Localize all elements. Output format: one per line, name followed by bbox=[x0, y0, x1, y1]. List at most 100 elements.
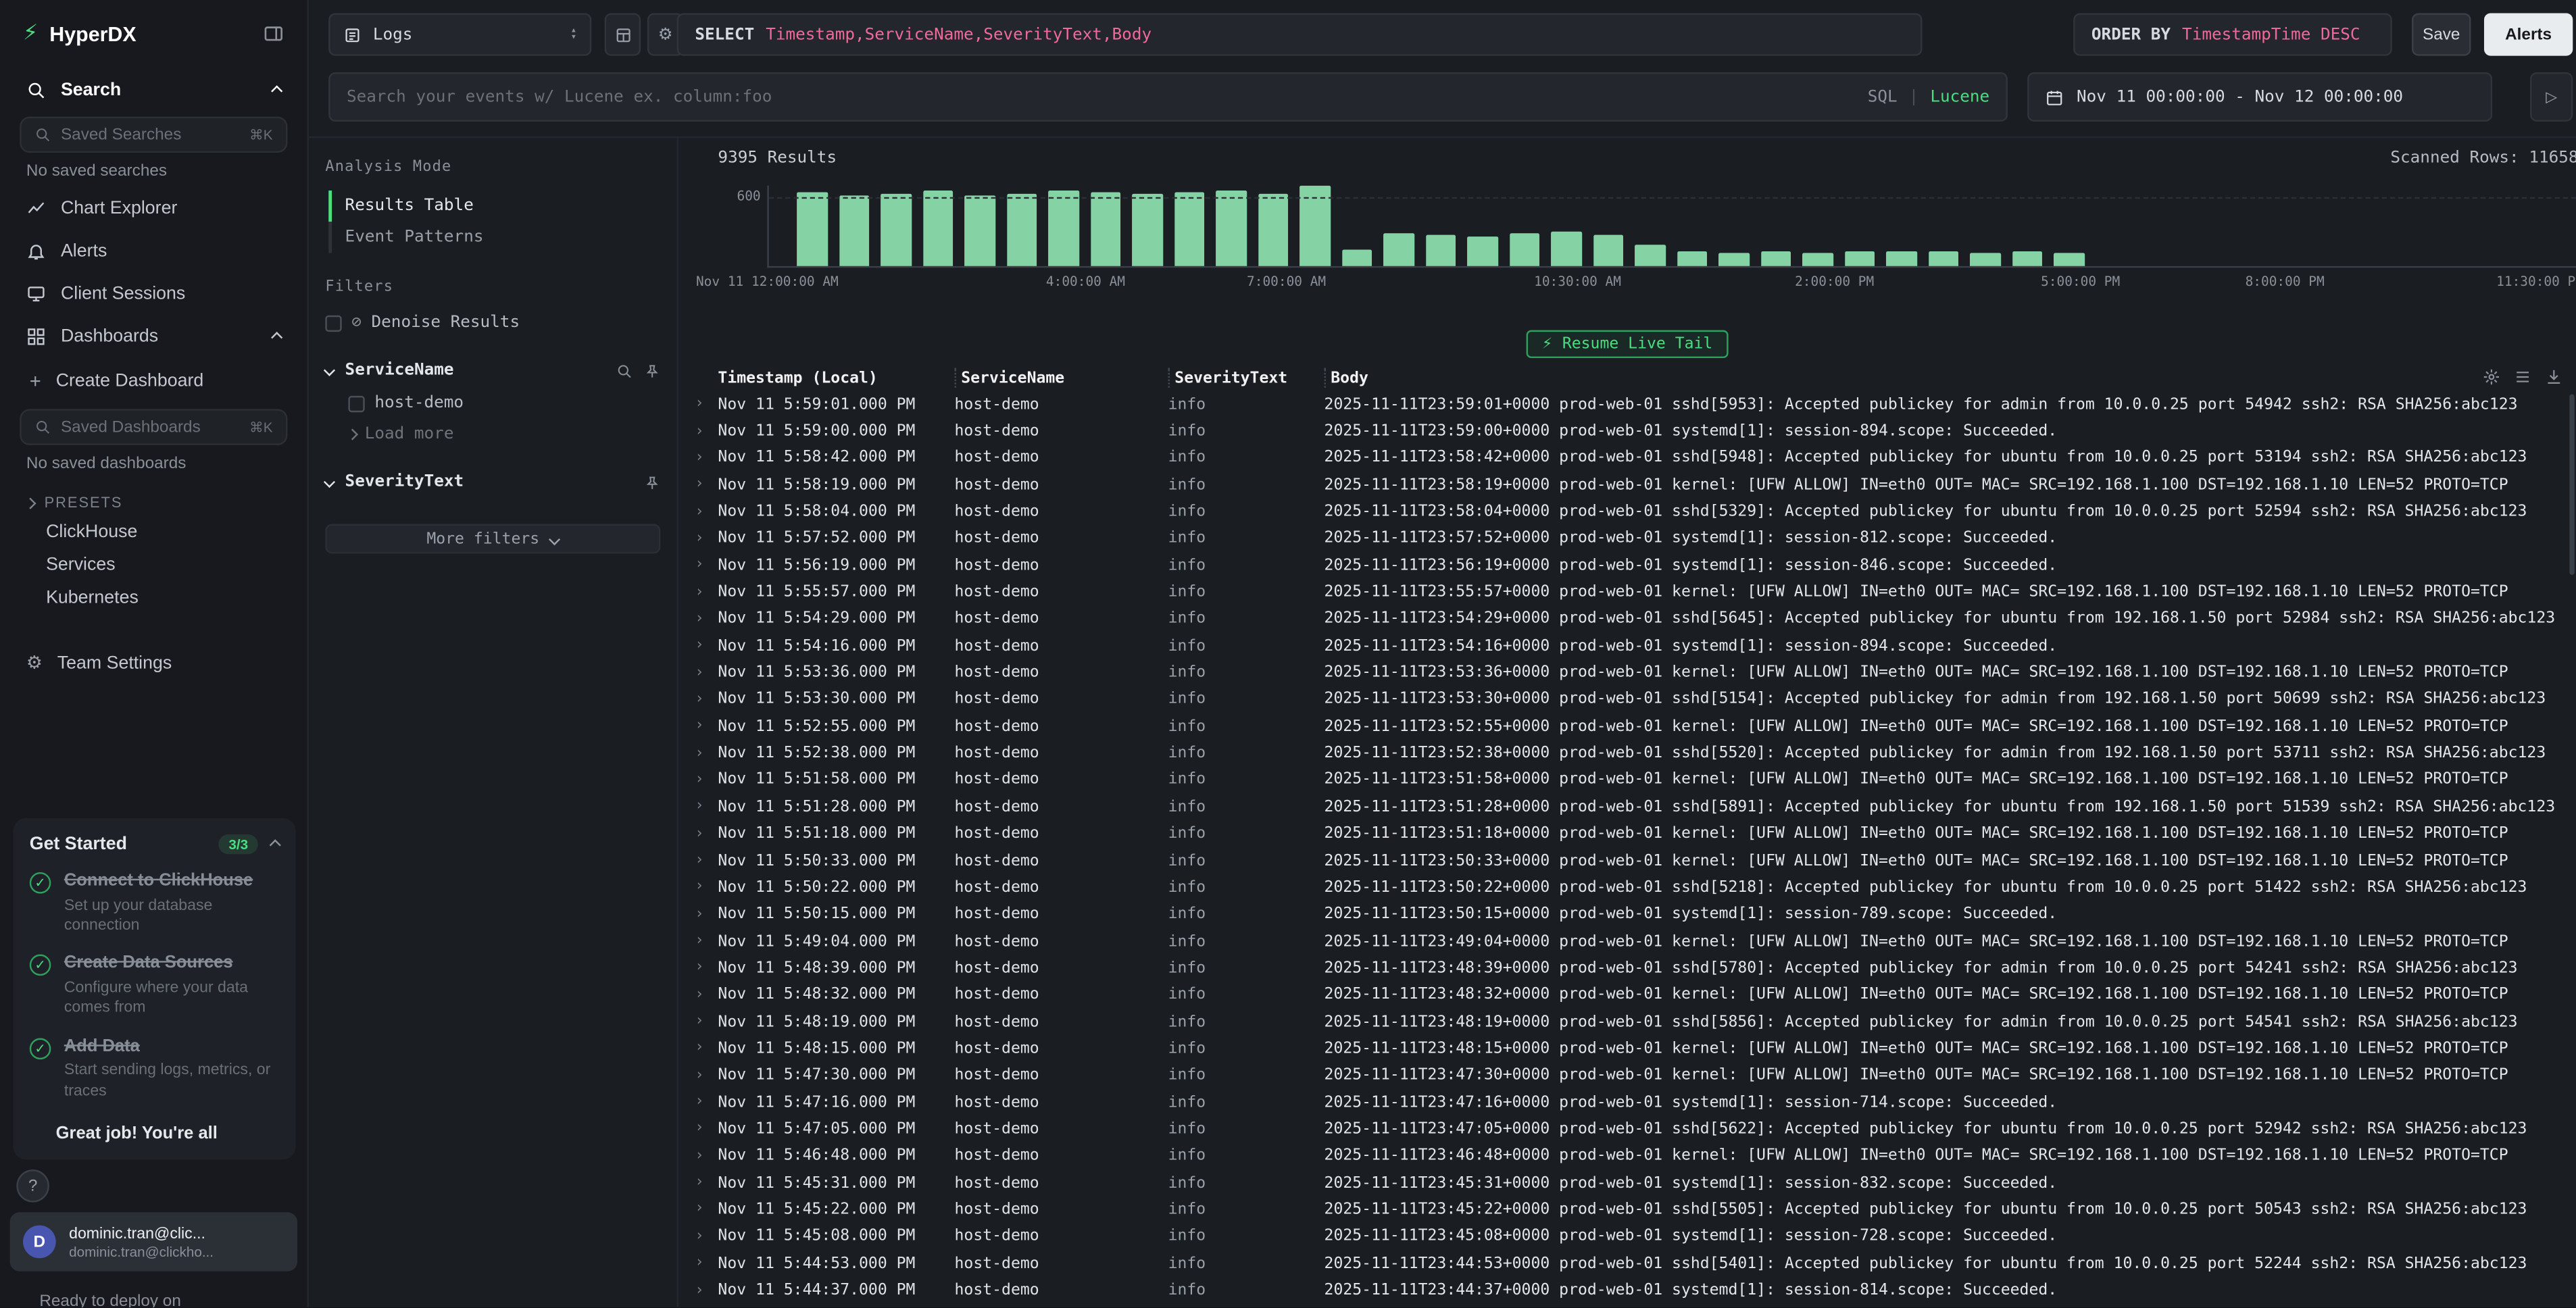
histogram-bar[interactable] bbox=[839, 195, 869, 266]
preset-clickhouse[interactable]: ClickHouse bbox=[0, 515, 307, 549]
histogram-bar[interactable] bbox=[1635, 245, 1665, 266]
log-row[interactable]: › Nov 11 5:45:31.000 PM host-demo info 2… bbox=[678, 1169, 2576, 1197]
facet-servicename[interactable]: ServiceName bbox=[325, 361, 660, 380]
sidebar-item-search[interactable]: Search bbox=[0, 69, 307, 111]
get-started-header[interactable]: Get Started 3/3 bbox=[30, 834, 280, 854]
histogram-bar[interactable] bbox=[1509, 233, 1539, 266]
orderby-input[interactable]: ORDER BY TimestampTime DESC bbox=[2073, 13, 2392, 55]
save-button[interactable]: Save bbox=[2412, 13, 2471, 55]
saved-searches-input[interactable]: ⌘K bbox=[20, 117, 287, 153]
host-demo-checkbox[interactable] bbox=[348, 395, 364, 411]
histogram-bar[interactable] bbox=[1886, 252, 1916, 266]
alerts-button[interactable]: Alerts bbox=[2484, 13, 2573, 55]
log-row[interactable]: › Nov 11 5:52:55.000 PM host-demo info 2… bbox=[678, 713, 2576, 740]
log-row[interactable]: › Nov 11 5:48:15.000 PM host-demo info 2… bbox=[678, 1035, 2576, 1062]
log-row[interactable]: › Nov 11 5:47:05.000 PM host-demo info 2… bbox=[678, 1115, 2576, 1142]
column-severitytext[interactable]: SeverityText bbox=[1168, 368, 1324, 388]
histogram-bars[interactable] bbox=[767, 186, 2576, 268]
log-row[interactable]: › Nov 11 5:51:58.000 PM host-demo info 2… bbox=[678, 767, 2576, 794]
presets-section-toggle[interactable]: PRESETS bbox=[26, 495, 281, 511]
log-row[interactable]: › Nov 11 5:55:57.000 PM host-demo info 2… bbox=[678, 579, 2576, 606]
sidebar-item-client-sessions[interactable]: Client Sessions bbox=[0, 273, 307, 316]
histogram-bar[interactable] bbox=[1970, 253, 2000, 266]
more-filters-button[interactable]: More filters bbox=[325, 524, 660, 554]
saved-dashboards-input[interactable]: ⌘K bbox=[20, 409, 287, 445]
row-density-icon[interactable] bbox=[2514, 368, 2532, 386]
histogram-bar[interactable] bbox=[1174, 193, 1204, 266]
log-row[interactable]: › Nov 11 5:56:19.000 PM host-demo info 2… bbox=[678, 552, 2576, 579]
get-started-step[interactable]: ✓ Add Data Start sending logs, metrics, … bbox=[30, 1036, 280, 1102]
help-button[interactable]: ? bbox=[16, 1169, 49, 1203]
event-search-input[interactable]: SQL | Lucene bbox=[328, 72, 2008, 122]
mode-event-patterns[interactable]: Event Patterns bbox=[328, 222, 660, 253]
log-row[interactable]: › Nov 11 5:50:15.000 PM host-demo info 2… bbox=[678, 901, 2576, 928]
log-row[interactable]: › Nov 11 5:59:01.000 PM host-demo info 2… bbox=[678, 391, 2576, 418]
log-row[interactable]: › Nov 11 5:44:53.000 PM host-demo info 2… bbox=[678, 1250, 2576, 1277]
date-range-picker[interactable]: Nov 11 00:00:00 - Nov 12 00:00:00 bbox=[2027, 72, 2492, 122]
source-select[interactable]: Logs ▴▾ bbox=[328, 13, 591, 55]
log-row[interactable]: › Nov 11 5:53:30.000 PM host-demo info 2… bbox=[678, 686, 2576, 713]
histogram-bar[interactable] bbox=[1593, 234, 1623, 266]
log-row[interactable]: › Nov 11 5:51:28.000 PM host-demo info 2… bbox=[678, 794, 2576, 821]
histogram-bar[interactable] bbox=[2054, 253, 2084, 266]
log-row[interactable]: › Nov 11 5:57:52.000 PM host-demo info 2… bbox=[678, 525, 2576, 552]
resume-live-tail-button[interactable]: ⚡ Resume Live Tail bbox=[1526, 330, 1729, 358]
histogram-bar[interactable] bbox=[1760, 252, 1791, 266]
preset-kubernetes[interactable]: Kubernetes bbox=[0, 582, 307, 615]
histogram-bar[interactable] bbox=[1928, 251, 1958, 266]
log-row[interactable]: › Nov 11 5:48:32.000 PM host-demo info 2… bbox=[678, 982, 2576, 1009]
log-row[interactable]: › Nov 11 5:47:16.000 PM host-demo info 2… bbox=[678, 1089, 2576, 1116]
log-row[interactable]: › Nov 11 5:49:04.000 PM host-demo info 2… bbox=[678, 928, 2576, 955]
histogram-bar[interactable] bbox=[1216, 191, 1246, 266]
histogram-bar[interactable] bbox=[1718, 252, 1749, 266]
histogram-bar[interactable] bbox=[1844, 251, 1875, 266]
log-row[interactable]: › Nov 11 5:58:42.000 PM host-demo info 2… bbox=[678, 445, 2576, 472]
log-row[interactable]: › Nov 11 5:59:00.000 PM host-demo info 2… bbox=[678, 418, 2576, 445]
log-row[interactable]: › Nov 11 5:44:37.000 PM host-demo info 2… bbox=[678, 1277, 2576, 1304]
log-row[interactable]: › Nov 11 5:50:33.000 PM host-demo info 2… bbox=[678, 847, 2576, 874]
histogram-bar[interactable] bbox=[1048, 191, 1079, 266]
preset-services[interactable]: Services bbox=[0, 549, 307, 582]
histogram-bar[interactable] bbox=[881, 193, 911, 266]
log-row[interactable]: › Nov 11 5:48:39.000 PM host-demo info 2… bbox=[678, 955, 2576, 982]
histogram-bar[interactable] bbox=[1677, 251, 1707, 266]
histogram-bar[interactable] bbox=[1258, 193, 1288, 266]
sidebar-item-chart-explorer[interactable]: Chart Explorer bbox=[0, 187, 307, 230]
log-row[interactable]: › Nov 11 5:53:36.000 PM host-demo info 2… bbox=[678, 659, 2576, 686]
scrollbar[interactable] bbox=[2569, 394, 2574, 574]
histogram-bar[interactable] bbox=[1090, 192, 1120, 266]
histogram-bar[interactable] bbox=[1551, 232, 1581, 266]
log-row[interactable]: › Nov 11 5:51:18.000 PM host-demo info 2… bbox=[678, 820, 2576, 847]
table-config-button[interactable] bbox=[605, 13, 641, 55]
sidebar-item-alerts[interactable]: Alerts bbox=[0, 230, 307, 272]
run-query-button[interactable]: ▷ bbox=[2530, 72, 2573, 122]
get-started-step[interactable]: ✓ Connect to ClickHouse Set up your data… bbox=[30, 871, 280, 937]
mode-results-table[interactable]: Results Table bbox=[328, 191, 660, 222]
sidebar-item-team-settings[interactable]: ⚙ Team Settings bbox=[0, 640, 307, 685]
histogram-bar[interactable] bbox=[964, 195, 995, 266]
saved-dashboards-field[interactable] bbox=[61, 418, 240, 436]
column-timestamp[interactable]: Timestamp (Local) bbox=[718, 369, 954, 387]
load-more-button[interactable]: Load more bbox=[348, 426, 660, 444]
histogram-bar[interactable] bbox=[1383, 234, 1414, 266]
histogram-bar[interactable] bbox=[1802, 253, 1833, 266]
log-row[interactable]: › Nov 11 5:47:30.000 PM host-demo info 2… bbox=[678, 1062, 2576, 1089]
column-body[interactable]: Body bbox=[1324, 368, 2576, 388]
collapse-sidebar-button[interactable] bbox=[263, 23, 284, 45]
log-row[interactable]: › Nov 11 5:50:22.000 PM host-demo info 2… bbox=[678, 874, 2576, 901]
histogram-bar[interactable] bbox=[1006, 193, 1037, 266]
log-row[interactable]: › Nov 11 5:45:22.000 PM host-demo info 2… bbox=[678, 1197, 2576, 1224]
histogram-bar[interactable] bbox=[922, 191, 953, 266]
pin-icon[interactable] bbox=[644, 362, 660, 378]
histogram-bar[interactable] bbox=[1467, 237, 1497, 266]
user-menu[interactable]: D dominic.tran@clic... dominic.tran@clic… bbox=[10, 1212, 297, 1272]
denoise-checkbox[interactable] bbox=[325, 315, 341, 331]
create-dashboard-button[interactable]: + Create Dashboard bbox=[0, 358, 307, 404]
log-row[interactable]: › Nov 11 5:52:38.000 PM host-demo info 2… bbox=[678, 740, 2576, 767]
facet-severitytext[interactable]: SeverityText bbox=[325, 473, 660, 491]
event-search-field[interactable] bbox=[347, 88, 1854, 106]
histogram-bar[interactable] bbox=[2012, 252, 2042, 266]
log-row[interactable]: › Nov 11 5:58:04.000 PM host-demo info 2… bbox=[678, 499, 2576, 526]
log-row[interactable]: › Nov 11 5:46:48.000 PM host-demo info 2… bbox=[678, 1142, 2576, 1169]
saved-searches-field[interactable] bbox=[61, 126, 240, 144]
